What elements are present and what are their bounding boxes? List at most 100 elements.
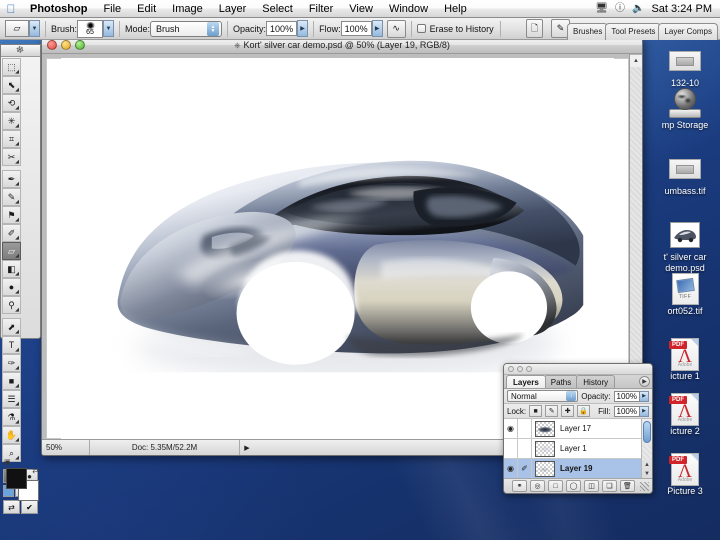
layers-palette[interactable]: Layers Paths History ▶ Normal ↕ Opacity:… (503, 363, 653, 494)
palette-zoom-button[interactable] (526, 366, 532, 372)
layer-row[interactable]: ◉ Layer 17 (504, 419, 641, 439)
erase-to-history-checkbox[interactable] (416, 24, 426, 33)
layer-opacity-slider-button[interactable]: ▶ (640, 390, 649, 402)
palette-minimize-button[interactable] (517, 366, 523, 372)
delete-layer-icon[interactable]: 🗑 (620, 480, 635, 492)
slice-tool[interactable]: ✂ ◢ (2, 148, 21, 166)
minimize-button[interactable] (61, 40, 71, 50)
dodge-tool[interactable]: ⚲ ◢ (2, 296, 21, 314)
menu-item-layer[interactable]: Layer (211, 0, 255, 18)
apple-menu-icon[interactable]:  (0, 3, 22, 15)
close-button[interactable] (47, 40, 57, 50)
lock-position-icon[interactable]: ✚ (561, 405, 575, 417)
brush-tool[interactable]: ✎ ◢ (2, 188, 21, 206)
eraser-tool[interactable]: ▱ ◢ (2, 242, 21, 260)
marquee-tool[interactable]: ⬚ ◢ (2, 58, 21, 76)
temp-storage-drive[interactable]: mp Storage (646, 86, 720, 131)
adjustment-layer-icon[interactable]: ◫ (584, 480, 599, 492)
resize-grip[interactable] (640, 481, 649, 491)
toolbox-header[interactable]: ❄ (1, 44, 40, 57)
layers-scroll-thumb[interactable] (643, 421, 651, 443)
gradient-tool[interactable]: ◧ ◢ (2, 260, 21, 278)
scroll-up-icon[interactable]: ▲ (630, 54, 642, 67)
layer-name[interactable]: Layer 19 (560, 464, 592, 473)
layer-blend-mode-select[interactable]: Normal ↕ (507, 390, 579, 402)
magic-wand-tool[interactable]: ✳ ◢ (2, 112, 21, 130)
layer-mask-icon[interactable]: □ (548, 480, 563, 492)
eyedropper-tool[interactable]: ⚗ ◢ (2, 408, 21, 426)
default-colors-icon[interactable]: ▣ (4, 458, 11, 466)
menu-item-view[interactable]: View (341, 0, 381, 18)
eraser-icon[interactable]: ▱ (5, 20, 29, 37)
menu-item-image[interactable]: Image (164, 0, 211, 18)
layer-edit-indicator[interactable]: ✐ (518, 459, 532, 478)
clone-stamp-tool[interactable]: ⚑ ◢ (2, 206, 21, 224)
link-layers-icon[interactable]: ⚭ (512, 480, 527, 492)
display-icon[interactable]: 🖥 (595, 3, 608, 14)
palette-toggle-icon[interactable]: 🗋 (526, 19, 544, 38)
layers-scroll-down-icon[interactable]: ▼ (642, 469, 652, 478)
layer-thumbnail[interactable] (535, 420, 555, 437)
layer-opacity-input[interactable]: 100% (613, 390, 640, 402)
blur-tool[interactable]: ● ◢ (2, 278, 21, 296)
picture-3-pdf[interactable]: PDF Λ Adobe Picture 3 (646, 452, 720, 497)
layer-name[interactable]: Layer 1 (560, 444, 587, 453)
zoom-button[interactable] (75, 40, 85, 50)
well-tab-brushes[interactable]: Brushes (567, 22, 609, 40)
shape-tool[interactable]: ■ ◢ (2, 372, 21, 390)
layer-row[interactable]: Layer 1 (504, 439, 641, 459)
new-layer-icon[interactable]: ❏ (602, 480, 617, 492)
well-tab-layer-comps[interactable]: Layer Comps (658, 22, 718, 40)
umbass-tif-file[interactable]: umbass.tif (646, 152, 720, 197)
toolbox-palette[interactable]: ❄ ⬚ ◢ ⬉ ◢ ⟲ ◢ ✳ ◢ ⌗ ◢ ✂ ◢ ✒ ◢ ✎ ◢ ⚑ ◢ ✐ ◢ ▱ ◢ ◧ ◢ ● ◢ ⚲ ◢ ⬈ ◢ T ◢ ✑ ◢ ■ ◢ ☰ ◢… (0, 44, 41, 514)
layer-name[interactable]: Layer 17 (560, 424, 591, 433)
layers-scroll-track[interactable] (642, 445, 652, 460)
brush-picker-button[interactable]: ▼ (103, 20, 115, 37)
lock-all-icon[interactable]: 🔒 (577, 405, 591, 417)
opacity-slider-button[interactable]: ▶ (297, 20, 309, 37)
layer-edit-indicator[interactable] (518, 419, 532, 438)
menu-bar-clock[interactable]: Sat 3:24 PM (651, 3, 712, 15)
type-tool[interactable]: T ◢ (2, 336, 21, 354)
kort052-tif-file[interactable]: TIFF ort052.tif (646, 272, 720, 317)
move-tool[interactable]: ⬉ ◢ (2, 76, 21, 94)
menu-item-select[interactable]: Select (254, 0, 301, 18)
layer-edit-indicator[interactable] (518, 439, 532, 458)
layer-row[interactable]: ◉ ✐ Layer 19 (504, 459, 641, 479)
airbrush-icon[interactable]: ∿ (386, 19, 406, 38)
history-brush-tool[interactable]: ✐ ◢ (2, 224, 21, 242)
blend-mode-select[interactable]: Brush ▲ ▼ (150, 20, 223, 37)
lock-image-icon[interactable]: ✎ (545, 405, 559, 417)
volume-132-10[interactable]: 132-10 (646, 44, 720, 89)
opacity-input[interactable]: 100% (266, 21, 298, 36)
flow-slider-button[interactable]: ▶ (371, 20, 383, 37)
layer-thumbnail[interactable] (535, 460, 555, 477)
pen-tool[interactable]: ✑ ◢ (2, 354, 21, 372)
menu-item-edit[interactable]: Edit (129, 0, 164, 18)
layer-visibility-toggle[interactable] (504, 439, 518, 458)
layer-style-icon[interactable]: ◎ (530, 480, 545, 492)
hand-tool[interactable]: ✋ ◢ (2, 426, 21, 444)
palette-close-button[interactable] (508, 366, 514, 372)
picture-1-pdf[interactable]: PDF Λ Adobe icture 1 (646, 337, 720, 382)
path-selection-tool[interactable]: ⬈ ◢ (2, 318, 21, 336)
menu-item-help[interactable]: Help (436, 0, 475, 18)
swap-colors-icon[interactable]: ⇄ (32, 466, 39, 475)
layer-fill-input[interactable]: 100% (613, 405, 640, 417)
lasso-tool[interactable]: ⟲ ◢ (2, 94, 21, 112)
tab-history[interactable]: History (576, 375, 616, 388)
well-tab-tool-presets[interactable]: Tool Presets (605, 22, 662, 40)
silver-car-demo-psd[interactable]: t' silver car demo.psd (646, 218, 720, 274)
healing-brush-tool[interactable]: ✒ ◢ (2, 170, 21, 188)
layers-list[interactable]: ◉ Layer 17 Layer 1 ◉ ✐ Layer 19 ▲ ▼ (504, 419, 652, 479)
picture-2-pdf[interactable]: PDF Λ Adobe icture 2 (646, 392, 720, 437)
volume-icon[interactable]: 🔈 (632, 3, 644, 14)
layer-visibility-toggle[interactable]: ◉ (504, 459, 518, 478)
flow-input[interactable]: 100% (340, 21, 372, 36)
layers-scrollbar[interactable]: ▲ ▼ (641, 419, 652, 478)
tool-preset-picker-button[interactable]: ▼ (29, 20, 40, 37)
notes-tool[interactable]: ☰ ◢ (2, 390, 21, 408)
menu-item-filter[interactable]: Filter (301, 0, 341, 18)
jump-to-imageready-icon[interactable]: ⇄ (3, 500, 20, 514)
menu-item-window[interactable]: Window (381, 0, 436, 18)
